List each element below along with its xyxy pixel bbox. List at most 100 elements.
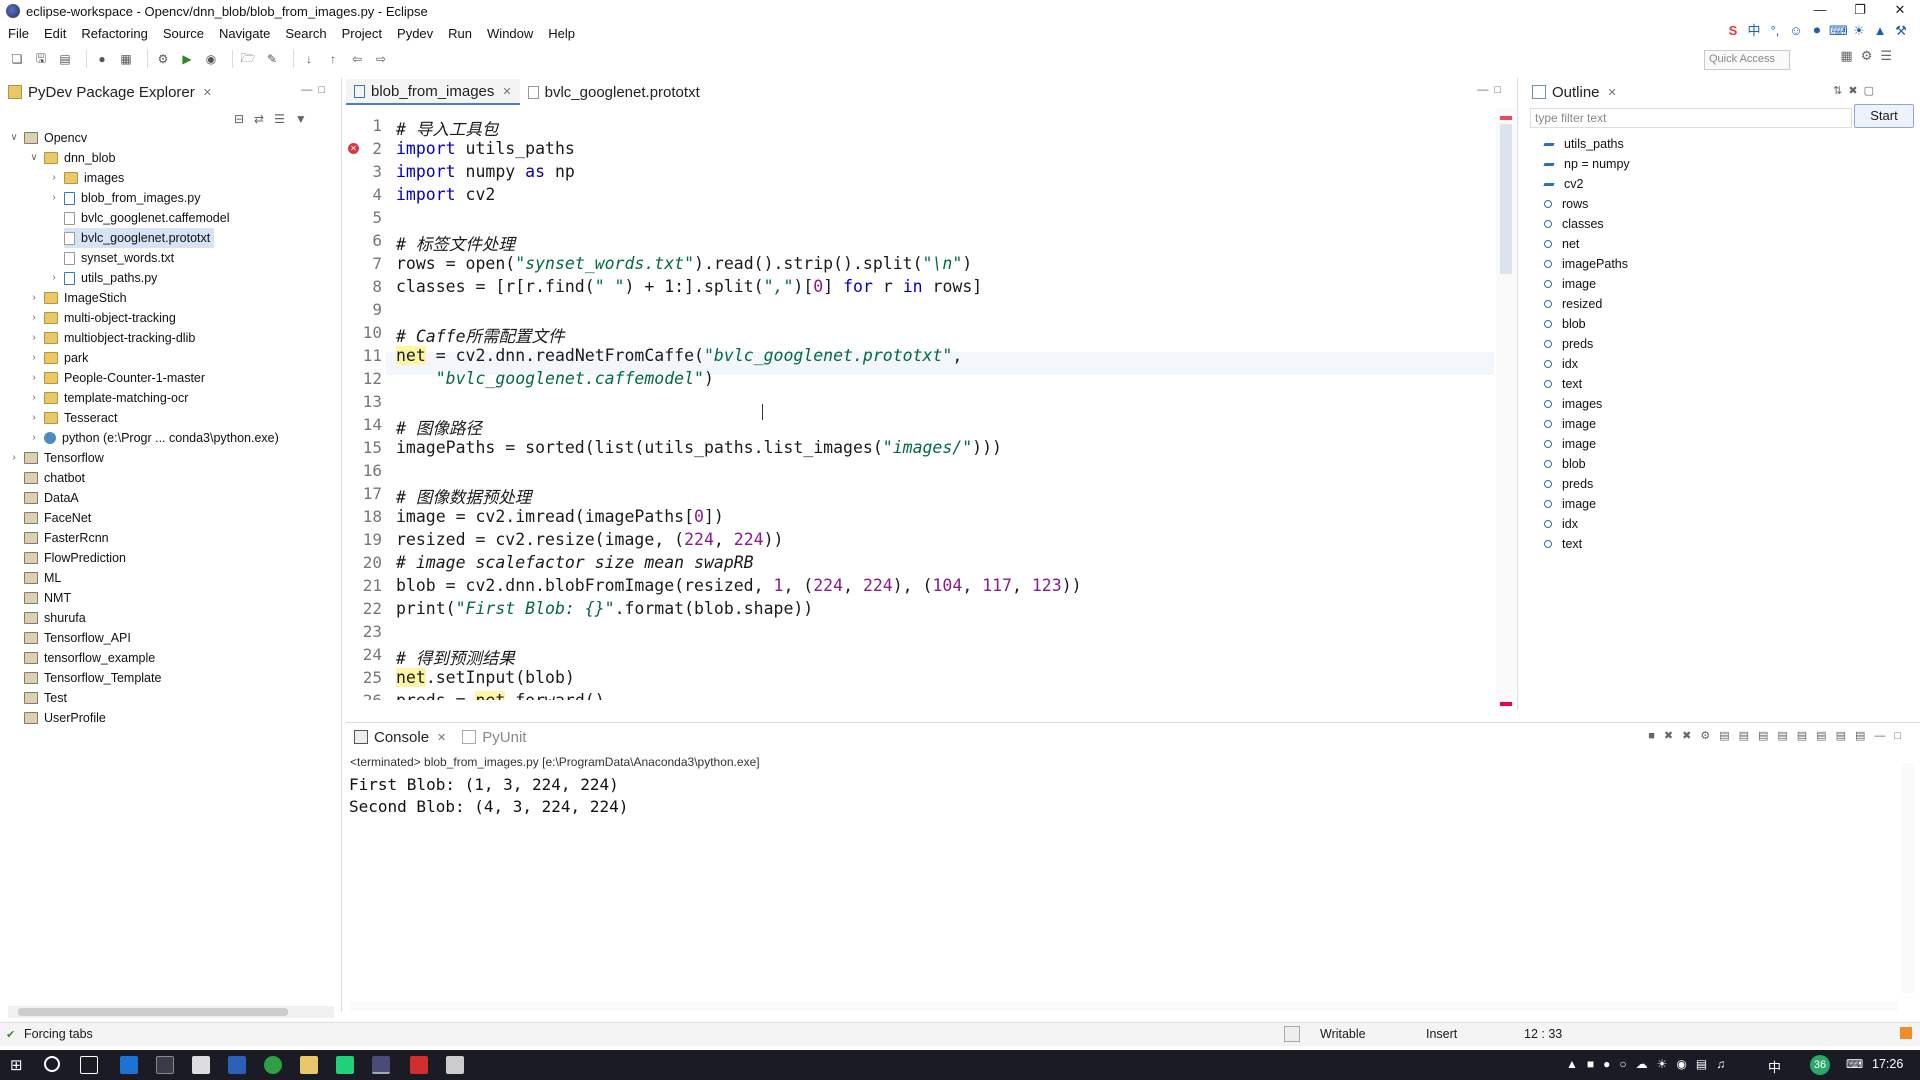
perspective-icons[interactable]: ▦⚙☰ [1840, 48, 1900, 64]
chevron-right-icon[interactable]: › [28, 348, 40, 368]
debug-icon[interactable]: ⚙ [154, 50, 172, 68]
task-view-icon[interactable] [80, 1056, 98, 1074]
menu-source[interactable]: Source [155, 26, 211, 41]
outline-item[interactable]: blob [1544, 454, 1586, 474]
console-v-scrollbar[interactable] [1902, 763, 1914, 993]
menu-navigate[interactable]: Navigate [211, 26, 277, 41]
close-icon[interactable]: ✕ [1608, 86, 1617, 99]
scrollbar-thumb[interactable] [18, 1008, 288, 1016]
explorer-tab[interactable]: PyDev Package Explorer ✕ [0, 79, 220, 105]
outline-item[interactable]: utils_paths [1543, 134, 1624, 154]
outline-item[interactable]: np = numpy [1543, 154, 1630, 174]
vscode-icon[interactable] [228, 1056, 246, 1074]
notification-icon[interactable] [1900, 1027, 1912, 1039]
emoji-icon[interactable]: ☺ [1787, 22, 1805, 40]
skin-icon[interactable]: ☀ [1850, 22, 1868, 40]
menu-pydev[interactable]: Pydev [389, 26, 440, 41]
outline-filter-input[interactable]: type filter text [1530, 108, 1852, 128]
tree-item[interactable]: FaceNet [24, 508, 91, 528]
tree-item[interactable]: Tensorflow_Template [24, 668, 161, 688]
system-tray-icons[interactable]: ▲■●○☁☀◉▤♫ [1566, 1057, 1734, 1071]
new-icon[interactable]: ❏ [8, 50, 26, 68]
status-forcing-tabs[interactable]: Forcing tabs [24, 1027, 93, 1041]
tree-item[interactable]: › ImageStich [28, 288, 126, 308]
outline-item[interactable]: rows [1544, 194, 1588, 214]
eclipse-taskbar-icon[interactable] [372, 1056, 390, 1074]
menu-search[interactable]: Search [277, 26, 333, 41]
outline-item[interactable]: preds [1544, 334, 1593, 354]
tree-item[interactable]: tensorflow_example [24, 648, 155, 668]
outline-tab[interactable]: Outline ✕ [1524, 79, 1625, 105]
outline-item[interactable]: classes [1544, 214, 1604, 234]
external-tools-icon[interactable]: ◉ [202, 50, 220, 68]
tree-item[interactable]: ML [24, 568, 61, 588]
store-icon[interactable] [156, 1056, 174, 1074]
chevron-right-icon[interactable]: › [28, 288, 40, 308]
run-icon[interactable]: ▶ [178, 50, 196, 68]
tree-item[interactable]: › park [28, 348, 88, 368]
chrome-icon[interactable] [264, 1056, 282, 1074]
sogou-icon[interactable]: S [1724, 22, 1742, 40]
tree-item[interactable]: › People-Counter-1-master [28, 368, 205, 388]
next-annotation-icon[interactable]: ↓ [300, 50, 318, 68]
scrollbar-thumb[interactable] [1500, 124, 1512, 274]
tree-item[interactable]: FasterRcnn [24, 528, 109, 548]
tree-item[interactable]: › utils_paths.py [48, 268, 157, 288]
menu-run[interactable]: Run [440, 26, 479, 41]
outline-item[interactable]: imagePaths [1544, 254, 1628, 274]
view-min-max-icons[interactable]: —□ [301, 84, 331, 96]
keyboard-tray-icon[interactable]: ⌨ [1846, 1057, 1863, 1071]
tree-item[interactable]: ∨ Opencv [8, 128, 87, 148]
menu-project[interactable]: Project [334, 26, 389, 41]
outline-item[interactable]: idx [1544, 514, 1578, 534]
chevron-right-icon[interactable]: › [48, 268, 60, 288]
close-icon[interactable]: ✕ [437, 731, 446, 744]
open-folder-icon[interactable]: 🗁 [239, 50, 257, 68]
tree-item[interactable]: UserProfile [24, 708, 106, 728]
recorder-icon[interactable] [410, 1056, 428, 1074]
close-icon[interactable]: ✕ [203, 86, 212, 99]
mail-icon[interactable] [192, 1056, 210, 1074]
quick-access-input[interactable]: Quick Access [1704, 50, 1790, 70]
windows-start-icon[interactable]: ⊞ [10, 1056, 28, 1074]
microphone-icon[interactable]: ⚫ [1808, 22, 1826, 40]
tree-item[interactable]: › python (e:\Progr ... conda3\python.exe) [28, 428, 278, 448]
explorer-h-scrollbar[interactable] [8, 1006, 334, 1018]
chevron-right-icon[interactable]: › [28, 408, 40, 428]
edit-icon[interactable]: ✎ [263, 50, 281, 68]
back-icon[interactable]: ⇦ [348, 50, 366, 68]
code-editor[interactable]: ✕ 1 2 3 4 5 6 7 8 9 10 11 12 13 14 15 16… [346, 108, 1496, 700]
outline-item[interactable]: image [1544, 494, 1596, 514]
chevron-right-icon[interactable]: › [28, 428, 40, 448]
menu-edit[interactable]: Edit [36, 26, 73, 41]
menu-window[interactable]: Window [479, 26, 540, 41]
tree-item[interactable]: › template-matching-ocr [28, 388, 188, 408]
tree-item[interactable]: chatbot [24, 468, 85, 488]
tree-item[interactable]: Test [24, 688, 67, 708]
chevron-right-icon[interactable]: › [48, 188, 60, 208]
close-icon[interactable]: ✕ [502, 85, 511, 98]
pycharm-icon[interactable] [336, 1056, 354, 1074]
status-task-icon[interactable] [1284, 1026, 1300, 1042]
tree-item[interactable]: FlowPrediction [24, 548, 126, 568]
error-overview-marker[interactable] [1500, 702, 1512, 706]
console-toolbar[interactable]: ■✖✖⚙▤▤▤▤▤▤▤▤—□ [1648, 729, 1910, 742]
outline-item[interactable]: text [1544, 534, 1582, 554]
tools-icon[interactable]: ⚒ [1892, 22, 1910, 40]
chevron-right-icon[interactable]: › [28, 328, 40, 348]
tree-item[interactable]: bvlc_googlenet.caffemodel [64, 208, 230, 228]
outline-toolbar[interactable]: ⇅✖▢ [1833, 84, 1880, 97]
save-icon[interactable]: 🖫 [32, 50, 50, 68]
outline-item[interactable]: image [1544, 434, 1596, 454]
tree-item[interactable]: shurufa [24, 608, 86, 628]
tree-item[interactable]: › multi-object-tracking [28, 308, 176, 328]
ime-chinese-icon[interactable]: 中 [1745, 22, 1763, 40]
start-button[interactable]: Start [1854, 104, 1914, 128]
tree-item[interactable]: Tensorflow_API [24, 628, 131, 648]
outline-item[interactable]: cv2 [1543, 174, 1583, 194]
tray-ime-indicator[interactable]: 中 [1768, 1057, 1781, 1076]
tree-item[interactable]: › blob_from_images.py [48, 188, 200, 208]
outline-item[interactable]: blob [1544, 314, 1586, 334]
tree-item[interactable]: ∨ dnn_blob [28, 148, 115, 168]
save-all-icon[interactable]: ▤ [56, 50, 74, 68]
